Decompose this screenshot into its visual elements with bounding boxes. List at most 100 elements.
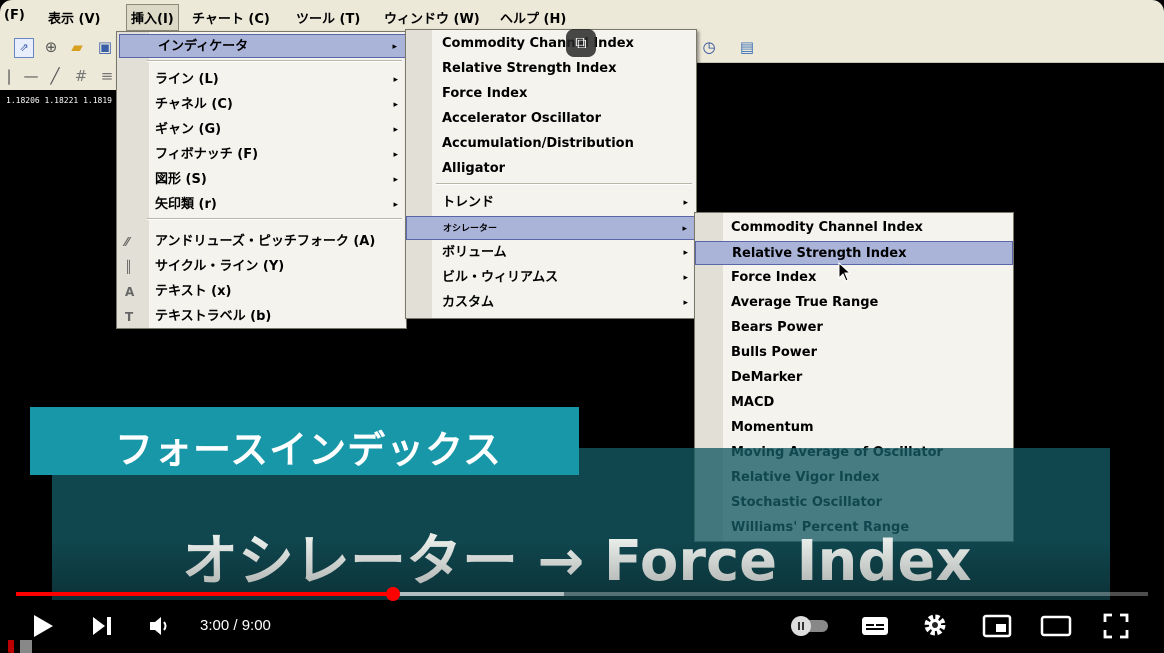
fullscreen-icon[interactable] — [1102, 612, 1130, 640]
indicator-menu-item-10[interactable]: カスタム ▸ — [406, 291, 696, 315]
submenu-arrow-icon: ▸ — [393, 100, 398, 110]
oscillator-menu-item-label: Force Index — [731, 270, 817, 285]
new-chart-icon[interactable]: ⇗ — [14, 38, 34, 58]
insert-menu-item-6[interactable]: 矢印類 (r) ▸ — [117, 193, 406, 217]
oscillator-menu-item-4[interactable]: Bears Power — [695, 316, 1013, 340]
submenu-arrow-icon: ▸ — [683, 248, 688, 258]
trendline-icon[interactable]: ╱ — [46, 67, 64, 85]
indicator-menu-item-3[interactable]: Accelerator Oscillator — [406, 107, 696, 131]
menu-view[interactable]: 表示 (V) — [48, 8, 100, 27]
insert-menu-item-label: 図形 (S) — [155, 172, 207, 187]
oscillator-menu-item-5[interactable]: Bulls Power — [695, 341, 1013, 365]
indicator-menu-item-6[interactable]: トレンド ▸ — [406, 191, 696, 215]
window-icon[interactable]: ▣ — [96, 38, 114, 56]
price-readout: 1.18206 1.18221 1.1819 — [6, 96, 112, 105]
oscillator-menu-item-7[interactable]: MACD — [695, 391, 1013, 415]
menu-separator — [436, 183, 692, 185]
volume-icon[interactable] — [148, 614, 174, 638]
toolbar-drawing: | — ╱ # ≡ — [0, 62, 118, 91]
insert-menu-item-7[interactable]: アンドリューズ・ピッチフォーク (A) ⁄⁄ — [117, 230, 406, 254]
insert-item-icon: ║ — [125, 260, 133, 274]
menu-file[interactable]: (F) — [4, 8, 25, 23]
indicator-menu-item-9[interactable]: ビル・ウィリアムス ▸ — [406, 266, 696, 290]
play-icon[interactable] — [30, 612, 56, 640]
insert-menu-item-label: 矢印類 (r) — [155, 197, 217, 212]
insert-menu-item-10[interactable]: テキストラベル (b) T — [117, 305, 406, 329]
indicator-submenu: Commodity Channel Index Relative Strength… — [405, 29, 697, 319]
insert-menu-item-label: ギャン (G) — [155, 122, 222, 137]
insert-menu-item-3[interactable]: ギャン (G) ▸ — [117, 118, 406, 142]
subtitles-icon[interactable] — [860, 614, 890, 638]
autoplay-toggle-icon[interactable] — [788, 615, 832, 637]
miniplayer-icon[interactable]: ⧉ — [566, 29, 596, 57]
miniplayer-button-icon[interactable] — [982, 613, 1012, 639]
indicator-menu-item-label: Alligator — [442, 161, 506, 176]
theater-mode-icon[interactable] — [1040, 614, 1072, 638]
submenu-arrow-icon: ▸ — [683, 198, 688, 208]
indicator-menu-item-1[interactable]: Relative Strength Index — [406, 57, 696, 81]
menu-separator — [147, 60, 402, 62]
indicator-menu-item-label: Relative Strength Index — [442, 61, 617, 76]
insert-menu-item-8[interactable]: サイクル・ライン (Y) ║ — [117, 255, 406, 279]
submenu-arrow-icon: ▸ — [393, 125, 398, 135]
oscillator-menu-item-3[interactable]: Average True Range — [695, 291, 1013, 315]
caption-top-text: フォースインデックス — [115, 428, 502, 472]
submenu-arrow-icon: ▸ — [683, 273, 688, 283]
insert-menu-item-2[interactable]: チャネル (C) ▸ — [117, 93, 406, 117]
insert-menu-item-1[interactable]: ライン (L) ▸ — [117, 68, 406, 92]
oscillator-menu-item-0[interactable]: Commodity Channel Index — [695, 216, 1013, 240]
settings-icon[interactable] — [922, 612, 948, 638]
submenu-arrow-icon: ▸ — [392, 42, 397, 52]
oscillator-menu-item-2[interactable]: Force Index — [695, 266, 1013, 290]
folder-icon[interactable]: ▰ — [68, 38, 86, 56]
template-icon[interactable]: ▤ — [738, 38, 756, 56]
insert-menu-item-0[interactable]: インディケータ ▸ — [119, 34, 406, 58]
oscillator-menu-item-6[interactable]: DeMarker — [695, 366, 1013, 390]
menu-window[interactable]: ウィンドウ (W) — [384, 8, 480, 27]
clock-icon[interactable]: ◷ — [700, 38, 718, 56]
vertical-line-icon[interactable]: | — [0, 67, 18, 85]
indicator-menu-item-label: カスタム — [442, 295, 495, 310]
indicator-menu-item-4[interactable]: Accumulation/Distribution — [406, 132, 696, 156]
channel-icon[interactable]: ≡ — [98, 67, 116, 85]
insert-menu-item-label: フィボナッチ (F) — [155, 147, 259, 162]
menu-insert[interactable]: 挿入(I) — [126, 4, 179, 31]
fibonacci-icon[interactable]: # — [72, 67, 90, 85]
caption-top-banner: フォースインデックス — [30, 407, 579, 475]
indicator-menu-item-label: トレンド — [442, 195, 495, 210]
indicator-menu-item-7[interactable]: オシレーター ▸ — [406, 216, 696, 240]
progress-bar[interactable] — [16, 587, 1148, 601]
insert-menu-item-9[interactable]: テキスト (x) A — [117, 280, 406, 304]
indicator-menu-item-5[interactable]: Alligator — [406, 157, 696, 181]
insert-menu-item-label: チャネル (C) — [155, 97, 233, 112]
indicator-menu-item-8[interactable]: ボリューム ▸ — [406, 241, 696, 265]
insert-menu-item-label: テキストラベル (b) — [155, 309, 272, 324]
next-icon[interactable] — [90, 614, 114, 638]
indicator-menu-item-label: Commodity Channel Index — [442, 36, 634, 51]
indicator-menu-item-0[interactable]: Commodity Channel Index — [406, 32, 696, 56]
corner-marker-red — [8, 640, 14, 653]
crosshair-icon[interactable]: ⊕ — [42, 38, 60, 56]
submenu-arrow-icon: ▸ — [393, 150, 398, 160]
insert-item-icon: A — [125, 285, 135, 299]
indicator-menu-item-label: Accelerator Oscillator — [442, 111, 602, 126]
insert-menu-item-4[interactable]: フィボナッチ (F) ▸ — [117, 143, 406, 167]
horizontal-line-icon[interactable]: — — [22, 67, 40, 85]
scrubber-handle[interactable] — [385, 587, 400, 601]
oscillator-menu-item-label: Bulls Power — [731, 345, 818, 360]
menu-help[interactable]: ヘルプ (H) — [500, 8, 566, 27]
video-frame[interactable]: (F) 表示 (V) 挿入(I) チャート (C) ツール (T) ウィンドウ (W) ヘル… — [0, 0, 1164, 653]
indicator-menu-item-2[interactable]: Force Index — [406, 82, 696, 106]
indicator-menu-item-label: ビル・ウィリアムス — [442, 270, 559, 285]
time-display: 3:00 / 9:00 — [200, 617, 271, 634]
oscillator-menu-item-8[interactable]: Momentum — [695, 416, 1013, 440]
insert-menu-item-label: ライン (L) — [155, 72, 219, 87]
oscillator-menu-item-label: MACD — [731, 395, 775, 410]
oscillator-menu-item-1[interactable]: Relative Strength Index — [695, 241, 1013, 265]
menu-tools[interactable]: ツール (T) — [296, 8, 360, 27]
menu-charts[interactable]: チャート (C) — [192, 8, 270, 27]
submenu-arrow-icon: ▸ — [393, 200, 398, 210]
insert-menu-item-label: インディケータ — [158, 39, 249, 54]
insert-menu-item-5[interactable]: 図形 (S) ▸ — [117, 168, 406, 192]
oscillator-menu-item-label: DeMarker — [731, 370, 803, 385]
